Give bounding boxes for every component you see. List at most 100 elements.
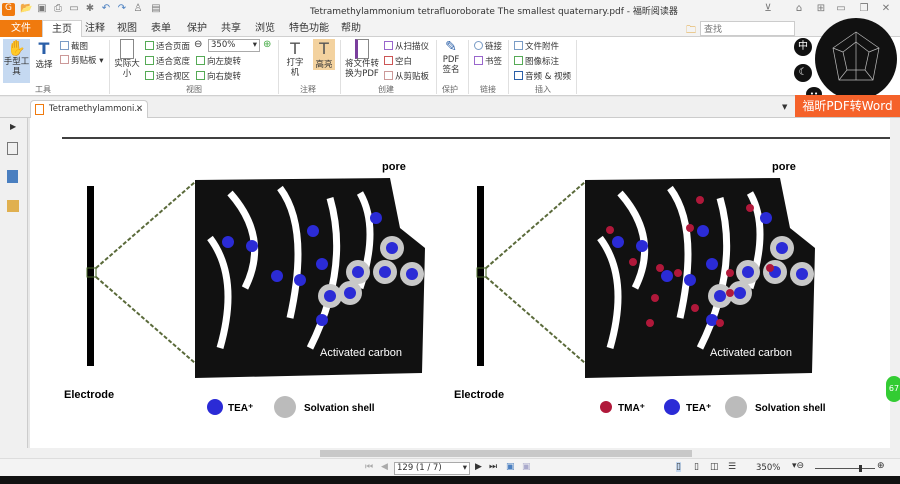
open-icon[interactable]: 📂 <box>20 3 32 15</box>
scroll-thumb[interactable] <box>320 450 692 457</box>
document-tab[interactable]: Tetramethylammoni... ✕ <box>30 100 148 118</box>
tea-ion <box>316 314 328 326</box>
image-annotation-button[interactable]: 图像标注 <box>514 55 559 67</box>
layout-icon[interactable]: ⊞ <box>815 3 827 15</box>
file-attachment-button[interactable]: 文件附件 <box>514 40 559 52</box>
floating-widget[interactable] <box>815 18 897 100</box>
prev-page-button[interactable]: ◀ <box>381 462 388 472</box>
next-view-icon[interactable]: ▣ <box>522 462 531 472</box>
taskbar <box>0 476 900 484</box>
layers-icon[interactable] <box>7 170 18 183</box>
minimize-button[interactable]: ▭ <box>835 3 847 15</box>
skin-icon[interactable]: ⌂ <box>793 3 805 15</box>
lang-widget-button[interactable]: 中 <box>794 38 812 56</box>
hand-tool-button[interactable]: ✋ 手型工具 <box>3 39 30 83</box>
tma-ion <box>696 196 704 204</box>
pdf-to-word-ad[interactable]: 福昕PDF转Word <box>795 95 900 117</box>
float-badge[interactable]: 67 <box>886 376 900 402</box>
menu-form[interactable]: 表单 <box>142 20 180 37</box>
clipboard-button[interactable]: 剪贴板 ▾ <box>60 54 103 66</box>
hand-tool-label: 手型工具 <box>3 57 30 77</box>
app-logo: G <box>2 3 15 16</box>
zoom-slider-thumb[interactable] <box>859 465 862 472</box>
redo-icon[interactable]: ↷ <box>116 3 128 15</box>
expand-panel-icon[interactable]: ▶ <box>10 122 16 131</box>
facing-icon[interactable]: ◫ <box>710 462 719 472</box>
typewriter-button[interactable]: T 打字机 <box>285 39 305 78</box>
fit-width-button[interactable]: 适合宽度 <box>145 55 190 67</box>
from-scanner-button[interactable]: 从扫描仪 <box>384 40 429 52</box>
from-clipboard-button[interactable]: 从剪贴板 <box>384 70 429 82</box>
screenshot-button[interactable]: 截图 <box>60 40 88 52</box>
divider <box>436 40 437 94</box>
legend-tea: TEA⁺ <box>686 403 711 414</box>
next-page-button[interactable]: ▶ <box>475 462 482 472</box>
sign-label: PDF签名 <box>442 55 460 75</box>
actual-size-button[interactable]: 实际大小 <box>114 39 140 79</box>
electrode-bar <box>477 186 484 366</box>
menu-features[interactable]: 特色功能 <box>280 20 338 37</box>
first-page-button[interactable]: ⏮ <box>365 462 373 472</box>
zoom-select[interactable]: 350% ▾ <box>208 39 260 52</box>
single-page-icon[interactable]: ▯ <box>676 462 681 472</box>
left-panel: ▶ <box>0 118 28 448</box>
electrode-label: Electrode <box>454 389 504 401</box>
tma-ion <box>646 319 654 327</box>
select-button[interactable]: T 选择 <box>34 39 54 70</box>
clipboard-icon[interactable]: ▤ <box>150 3 162 15</box>
legend-tma-marker <box>600 401 612 413</box>
blank-button[interactable]: 空白 <box>384 55 412 67</box>
tab-list-dropdown[interactable]: ▼ <box>782 103 787 111</box>
pdf-sign-button[interactable]: ✎ PDF签名 <box>440 39 462 75</box>
audio-video-button[interactable]: 音频 & 视频 <box>514 70 571 82</box>
rotate-left-button[interactable]: 向左旋转 <box>196 55 241 67</box>
tea-ion <box>294 274 306 286</box>
fit-page-button[interactable]: 适合页面 <box>145 40 190 52</box>
fit-visible-button[interactable]: 适合视区 <box>145 70 190 82</box>
tea-ion <box>760 212 772 224</box>
zoom-in-icon[interactable]: ⊕ <box>263 39 271 50</box>
undo-icon[interactable]: ↶ <box>100 3 112 15</box>
link-button[interactable]: 链接 <box>474 40 502 52</box>
tea-ion <box>352 266 364 278</box>
tma-ion <box>629 258 637 266</box>
menu-browse[interactable]: 浏览 <box>246 20 284 37</box>
print-icon[interactable]: ⎙ <box>52 3 64 15</box>
new-icon[interactable]: ✱ <box>84 3 96 15</box>
convert-to-pdf-button[interactable]: 将文件转换为PDF <box>344 39 380 79</box>
zoom-out-icon[interactable]: ⊖ <box>194 39 202 50</box>
tea-ion <box>742 266 754 278</box>
tea-ion <box>324 290 336 302</box>
cart-icon[interactable]: ⊻ <box>762 3 774 15</box>
comments-icon[interactable] <box>7 200 19 212</box>
zoom-in-button[interactable]: ⊕ <box>877 461 885 471</box>
close-tab-icon[interactable]: ✕ <box>136 104 143 114</box>
highlight-button[interactable]: T 高亮 <box>313 39 335 70</box>
search-input[interactable] <box>700 21 795 36</box>
moon-icon[interactable]: ☾ <box>794 64 812 82</box>
cover-icon[interactable]: ☰ <box>728 462 736 472</box>
legend-shell-marker <box>725 396 747 418</box>
menu-file[interactable]: 文件 <box>0 20 42 37</box>
menu-view[interactable]: 视图 <box>108 20 146 37</box>
close-button[interactable]: ✕ <box>880 3 892 15</box>
zoom-slider[interactable] <box>815 465 875 472</box>
document-tab-label: Tetramethylammoni... <box>49 104 143 114</box>
rotate-right-button[interactable]: 向右旋转 <box>196 70 241 82</box>
menu-protect[interactable]: 保护 <box>178 20 216 37</box>
restore-button[interactable]: ❐ <box>858 3 870 15</box>
last-page-button[interactable]: ⏭ <box>489 462 497 472</box>
bookmark-button[interactable]: 书签 <box>474 55 502 67</box>
email-icon[interactable]: ▭ <box>68 3 80 15</box>
menu-help[interactable]: 帮助 <box>332 20 370 37</box>
save-icon[interactable]: ▣ <box>36 3 48 15</box>
menu-share[interactable]: 共享 <box>212 20 250 37</box>
zoom-value[interactable]: 350% <box>756 463 780 473</box>
zoom-out-button[interactable]: ▾⊖ <box>792 461 804 471</box>
page-number-input[interactable]: 129 (1 / 7) ▾ <box>394 462 470 475</box>
continuous-icon[interactable]: ▯ <box>694 462 699 472</box>
prev-view-icon[interactable]: ▣ <box>506 462 515 472</box>
stamp-icon[interactable]: ♙ <box>132 3 144 15</box>
pages-icon[interactable] <box>7 142 18 155</box>
horizontal-scrollbar[interactable] <box>0 448 900 458</box>
